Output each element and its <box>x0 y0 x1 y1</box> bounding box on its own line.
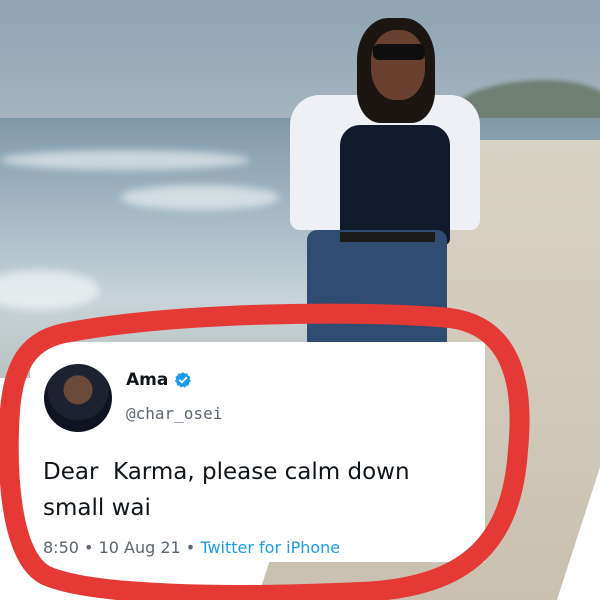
tweet-author-row: Ama <box>126 370 192 390</box>
meta-separator: • <box>84 538 94 557</box>
face <box>371 30 425 100</box>
tweet-meta: 8:50 • 10 Aug 21 • Twitter for iPhone <box>43 538 340 557</box>
tweet-text: Dear Karma, please calm down small wai <box>43 459 410 521</box>
sunglasses <box>373 44 425 60</box>
author-handle[interactable]: @char_osei <box>126 404 222 423</box>
tweet-date[interactable]: 10 Aug 21 <box>99 538 181 557</box>
author-name[interactable]: Ama <box>126 370 168 390</box>
wave-foam <box>0 150 250 170</box>
avatar[interactable] <box>44 364 112 432</box>
tweet-source-link[interactable]: Twitter for iPhone <box>200 538 340 557</box>
verified-badge-icon <box>175 372 192 388</box>
tweet-card[interactable]: Ama @char_osei Dear Karma, please calm d… <box>30 342 485 562</box>
navy-top <box>340 125 450 245</box>
meta-separator: • <box>185 538 196 557</box>
jeans <box>307 230 447 360</box>
tweet-time[interactable]: 8:50 <box>43 538 79 557</box>
wave-foam <box>120 185 280 210</box>
belt <box>340 232 435 242</box>
woman-on-beach <box>285 10 485 360</box>
